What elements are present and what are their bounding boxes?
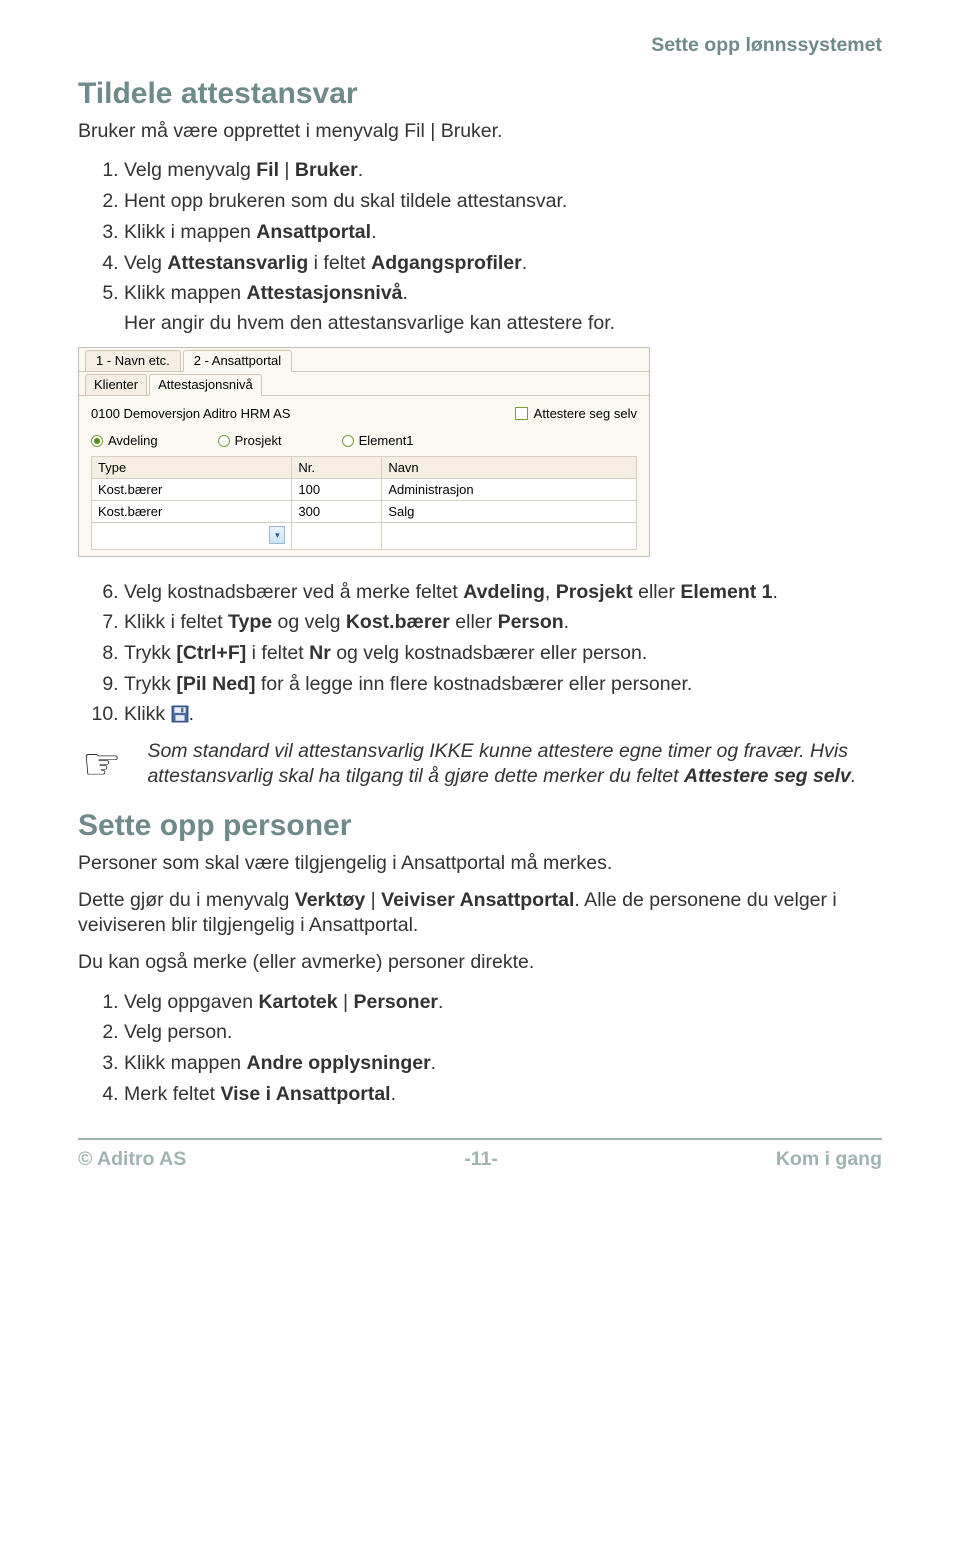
screenshot-panel: 1 - Navn etc.2 - Ansattportal KlienterAt… <box>78 347 650 557</box>
screenshot-radio[interactable]: Avdeling <box>91 433 158 448</box>
grid-cell[interactable]: Kost.bærer <box>92 479 292 501</box>
grid-col-header: Nr. <box>292 457 382 479</box>
header-chapter: Sette opp lønnssystemet <box>78 34 882 57</box>
table-row: ▾ <box>92 523 637 550</box>
grid-cell[interactable]: 100 <box>292 479 382 501</box>
grid-cell[interactable] <box>292 523 382 550</box>
section2-steps: Velg oppgaven Kartotek | Personer.Velg p… <box>78 987 882 1110</box>
screenshot-tabs-top: 1 - Navn etc.2 - Ansattportal <box>79 348 649 372</box>
pointing-hand-icon: ☞ <box>82 739 121 790</box>
section1-steps-b: Velg kostnadsbærer ved å merke feltet Av… <box>78 577 882 730</box>
step-item: Hent opp brukeren som du skal tildele at… <box>124 187 882 218</box>
step-item: Trykk [Ctrl+F] i feltet Nr og velg kostn… <box>124 638 882 669</box>
chevron-down-icon[interactable]: ▾ <box>269 526 285 544</box>
radio-label: Element1 <box>359 433 414 448</box>
section2-p3: Du kan også merke (eller avmerke) person… <box>78 950 882 975</box>
footer-center: -11- <box>464 1148 498 1171</box>
screenshot-grid: TypeNr.Navn Kost.bærer100AdministrasjonK… <box>91 456 637 550</box>
screenshot-company: 0100 Demoversjon Aditro HRM AS <box>91 406 290 421</box>
section1-steps-a: Velg menyvalg Fil | Bruker.Hent opp bruk… <box>78 156 882 339</box>
screenshot-checkbox-self[interactable]: Attestere seg selv <box>515 406 637 421</box>
footer-left: © Aditro AS <box>78 1148 186 1171</box>
radio-label: Prosjekt <box>235 433 282 448</box>
section2-p2: Dette gjør du i menyvalg Verktøy | Veivi… <box>78 888 882 938</box>
step-item: Velg menyvalg Fil | Bruker. <box>124 156 882 187</box>
grid-col-header: Navn <box>382 457 637 479</box>
step-item: Velg Attestansvarlig i feltet Adgangspro… <box>124 248 882 279</box>
screenshot-tabs-sub: KlienterAttestasjonsnivå <box>79 372 649 396</box>
screenshot-tab[interactable]: 2 - Ansattportal <box>183 350 292 372</box>
step-item: Trykk [Pil Ned] for å legge inn flere ko… <box>124 669 882 700</box>
checkbox-icon <box>515 407 528 420</box>
screenshot-radio[interactable]: Element1 <box>342 433 414 448</box>
step-item: Klikk i mappen Ansattportal. <box>124 217 882 248</box>
step-item: Merk feltet Vise i Ansattportal. <box>124 1079 882 1110</box>
grid-cell[interactable]: Administrasjon <box>382 479 637 501</box>
radio-icon <box>342 435 354 447</box>
grid-cell-dropdown[interactable]: ▾ <box>92 523 292 550</box>
step-item: Klikk mappen Attestasjonsnivå.Her angir … <box>124 279 882 339</box>
footer-right: Kom i gang <box>776 1148 882 1171</box>
table-row: Kost.bærer100Administrasjon <box>92 479 637 501</box>
section1-lead: Bruker må være opprettet i menyvalg Fil … <box>78 119 882 144</box>
grid-col-header: Type <box>92 457 292 479</box>
section2-p1: Personer som skal være tilgjengelig i An… <box>78 851 882 876</box>
screenshot-subtab[interactable]: Attestasjonsnivå <box>149 374 262 396</box>
screenshot-radios: Avdeling Prosjekt Element1 <box>91 433 637 448</box>
screenshot-checkbox-label: Attestere seg selv <box>534 406 637 421</box>
grid-cell[interactable]: Kost.bærer <box>92 501 292 523</box>
radio-icon <box>91 435 103 447</box>
screenshot-tab[interactable]: 1 - Navn etc. <box>85 350 181 371</box>
save-icon <box>171 703 189 725</box>
step-item: Velg person. <box>124 1018 882 1049</box>
table-row: Kost.bærer300Salg <box>92 501 637 523</box>
section-title-2: Sette opp personer <box>78 809 882 843</box>
step-item: Klikk mappen Andre opplysninger. <box>124 1048 882 1079</box>
step-item: Klikk i feltet Type og velg Kost.bærer e… <box>124 608 882 639</box>
step-item: Klikk . <box>124 700 882 731</box>
radio-label: Avdeling <box>108 433 158 448</box>
step-item: Velg oppgaven Kartotek | Personer. <box>124 987 882 1018</box>
grid-cell[interactable]: 300 <box>292 501 382 523</box>
grid-cell[interactable] <box>382 523 637 550</box>
step-item: Velg kostnadsbærer ved å merke feltet Av… <box>124 577 882 608</box>
info-note-text: Som standard vil attestansvarlig IKKE ku… <box>147 739 882 790</box>
section-title-1: Tildele attestansvar <box>78 77 882 111</box>
info-note: ☞ Som standard vil attestansvarlig IKKE … <box>82 739 882 790</box>
grid-cell[interactable]: Salg <box>382 501 637 523</box>
radio-icon <box>218 435 230 447</box>
screenshot-radio[interactable]: Prosjekt <box>218 433 282 448</box>
screenshot-subtab[interactable]: Klienter <box>85 374 147 395</box>
page-footer: © Aditro AS -11- Kom i gang <box>78 1140 882 1171</box>
